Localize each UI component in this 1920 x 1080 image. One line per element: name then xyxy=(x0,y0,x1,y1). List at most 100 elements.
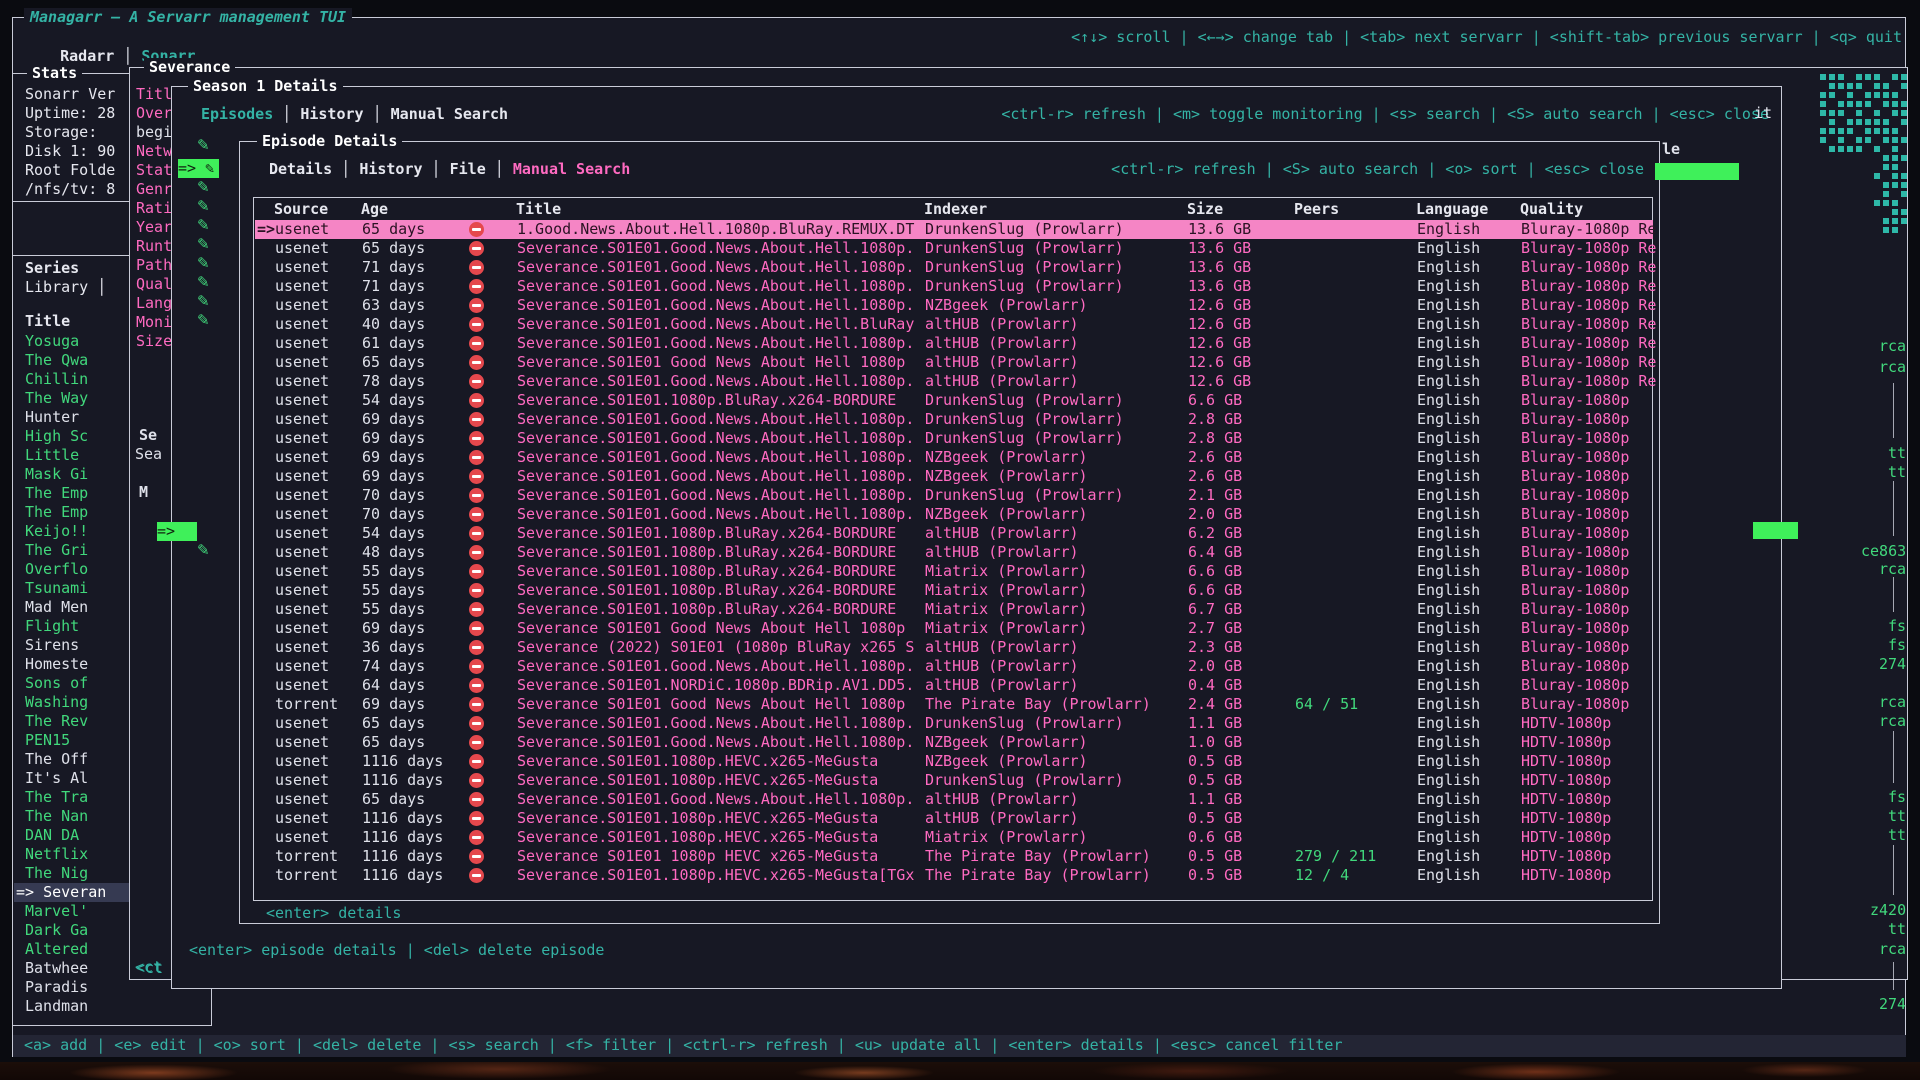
series-item-severan[interactable]: => Severan xyxy=(14,883,129,902)
episode-monitor-icon[interactable]: ✎ xyxy=(197,292,210,311)
series-item-pen15[interactable]: PEN15 xyxy=(14,731,129,750)
series-item-the-nan[interactable]: The Nan xyxy=(14,807,129,826)
series-item-paradis[interactable]: Paradis xyxy=(14,978,129,997)
search-result-row[interactable]: usenet1116 daysSeverance.S01E01.1080p.HE… xyxy=(255,809,1653,828)
series-item-the-nig[interactable]: The Nig xyxy=(14,864,129,883)
tab-manual-search[interactable]: Manual Search xyxy=(391,105,508,123)
series-item-the-way[interactable]: The Way xyxy=(14,389,129,408)
search-result-row[interactable]: usenet70 daysSeverance.S01E01.Good.News.… xyxy=(255,486,1653,505)
search-result-row[interactable]: usenet71 daysSeverance.S01E01.Good.News.… xyxy=(255,258,1653,277)
search-result-row[interactable]: usenet63 daysSeverance.S01E01.Good.News.… xyxy=(255,296,1653,315)
series-item-batwhee[interactable]: Batwhee xyxy=(14,959,129,978)
search-result-row[interactable]: usenet74 daysSeverance.S01E01.Good.News.… xyxy=(255,657,1653,676)
series-item-overflo[interactable]: Overflo xyxy=(14,560,129,579)
search-result-row[interactable]: usenet78 daysSeverance.S01E01.Good.News.… xyxy=(255,372,1653,391)
tab-radarr[interactable]: Radarr xyxy=(60,47,114,65)
episode-monitor-icon[interactable]: ✎ xyxy=(197,216,210,235)
series-item-keijo-[interactable]: Keijo!! xyxy=(14,522,129,541)
series-item-the-emp[interactable]: The Emp xyxy=(14,503,129,522)
search-result-row[interactable]: usenet69 daysSeverance.S01E01.Good.News.… xyxy=(255,448,1653,467)
series-column-header-title[interactable]: Title xyxy=(25,312,70,331)
episode-monitor-icon[interactable]: ✎ xyxy=(197,235,210,254)
series-item-marvel-[interactable]: Marvel' xyxy=(14,902,129,921)
tab-episodes[interactable]: Episodes xyxy=(201,105,273,123)
series-tab-library[interactable]: Library │ xyxy=(25,278,106,297)
series-item-flight[interactable]: Flight xyxy=(14,617,129,636)
column-header-size[interactable]: Size xyxy=(1187,200,1223,219)
search-result-row[interactable]: usenet40 daysSeverance.S01E01.Good.News.… xyxy=(255,315,1653,334)
column-header-peers[interactable]: Peers xyxy=(1294,200,1339,219)
series-item-mad-men[interactable]: Mad Men xyxy=(14,598,129,617)
search-result-row[interactable]: usenet65 daysSeverance.S01E01.Good.News.… xyxy=(255,714,1653,733)
series-item-sons-of[interactable]: Sons of xyxy=(14,674,129,693)
episode-monitor-icon[interactable]: ✎ xyxy=(197,254,210,273)
search-result-row[interactable]: usenet55 daysSeverance.S01E01.1080p.BluR… xyxy=(255,581,1653,600)
search-result-row[interactable]: usenet69 daysSeverance.S01E01.Good.News.… xyxy=(255,467,1653,486)
series-item-hunter[interactable]: Hunter xyxy=(14,408,129,427)
episode-monitor-icon[interactable]: ✎ xyxy=(197,136,210,155)
series-item-it-s-al[interactable]: It's Al xyxy=(14,769,129,788)
tab-history[interactable]: History xyxy=(300,105,363,123)
episode-monitor-icon[interactable]: ✎ xyxy=(197,541,210,560)
tab-file[interactable]: File xyxy=(450,160,486,178)
tab-history[interactable]: History xyxy=(359,160,422,178)
episode-monitor-icon[interactable]: ✎ xyxy=(197,311,210,330)
column-header-language[interactable]: Language xyxy=(1416,200,1488,219)
search-result-row[interactable]: usenet55 daysSeverance.S01E01.1080p.BluR… xyxy=(255,600,1653,619)
series-item-homeste[interactable]: Homeste xyxy=(14,655,129,674)
search-result-row[interactable]: usenet65 daysSeverance.S01E01.Good.News.… xyxy=(255,790,1653,809)
series-item-sirens[interactable]: Sirens xyxy=(14,636,129,655)
search-result-row[interactable]: usenet69 daysSeverance.S01E01.Good.News.… xyxy=(255,410,1653,429)
search-result-row[interactable]: usenet65 daysSeverance.S01E01 Good News … xyxy=(255,353,1653,372)
search-result-row[interactable]: usenet71 daysSeverance.S01E01.Good.News.… xyxy=(255,277,1653,296)
series-item-little[interactable]: Little xyxy=(14,446,129,465)
series-item-dark-ga[interactable]: Dark Ga xyxy=(14,921,129,940)
search-result-row[interactable]: usenet55 daysSeverance.S01E01.1080p.BluR… xyxy=(255,562,1653,581)
series-item-yosuga[interactable]: Yosuga xyxy=(14,332,129,351)
search-result-row[interactable]: usenet54 daysSeverance.S01E01.1080p.BluR… xyxy=(255,524,1653,543)
series-item-the-qwa[interactable]: The Qwa xyxy=(14,351,129,370)
search-result-row[interactable]: torrent1116 daysSeverance.S01E01.1080p.H… xyxy=(255,866,1653,885)
search-result-row[interactable]: usenet69 daysSeverance.S01E01.Good.News.… xyxy=(255,429,1653,448)
column-header-indexer[interactable]: Indexer xyxy=(924,200,987,219)
episode-monitor-icon[interactable]: ✎ xyxy=(197,178,210,197)
search-result-row[interactable]: usenet70 daysSeverance.S01E01.Good.News.… xyxy=(255,505,1653,524)
search-result-row[interactable]: usenet65 daysSeverance.S01E01.Good.News.… xyxy=(255,239,1653,258)
series-item-dan-da[interactable]: DAN DA xyxy=(14,826,129,845)
column-header-title[interactable]: Title xyxy=(516,200,561,219)
search-result-row[interactable]: usenet1116 daysSeverance.S01E01.1080p.HE… xyxy=(255,828,1653,847)
column-header-age[interactable]: Age xyxy=(361,200,388,219)
series-item-the-tra[interactable]: The Tra xyxy=(14,788,129,807)
search-result-row[interactable]: =>usenet65 days1.Good.News.About.Hell.10… xyxy=(255,220,1653,239)
search-result-row[interactable]: torrent1116 daysSeverance S01E01 1080p H… xyxy=(255,847,1653,866)
search-result-row[interactable]: usenet64 daysSeverance.S01E01.NORDiC.108… xyxy=(255,676,1653,695)
column-header-quality[interactable]: Quality xyxy=(1520,200,1583,219)
search-result-row[interactable]: usenet1116 daysSeverance.S01E01.1080p.HE… xyxy=(255,771,1653,790)
search-result-row[interactable]: usenet36 daysSeverance (2022) S01E01 (10… xyxy=(255,638,1653,657)
series-item-tsunami[interactable]: Tsunami xyxy=(14,579,129,598)
series-item-netflix[interactable]: Netflix xyxy=(14,845,129,864)
search-result-row[interactable]: usenet54 daysSeverance.S01E01.1080p.BluR… xyxy=(255,391,1653,410)
series-item-washing[interactable]: Washing xyxy=(14,693,129,712)
search-result-row[interactable]: usenet65 daysSeverance.S01E01.Good.News.… xyxy=(255,733,1653,752)
series-item-landman[interactable]: Landman xyxy=(14,997,129,1016)
series-item-chillin[interactable]: Chillin xyxy=(14,370,129,389)
search-result-row[interactable]: usenet69 daysSeverance S01E01 Good News … xyxy=(255,619,1653,638)
series-item-altered[interactable]: Altered xyxy=(14,940,129,959)
series-item-the-rev[interactable]: The Rev xyxy=(14,712,129,731)
column-header-source[interactable]: Source xyxy=(274,200,328,219)
series-item-the-off[interactable]: The Off xyxy=(14,750,129,769)
episode-monitor-icon[interactable]: ✎ xyxy=(197,273,210,292)
selected-episode-monitor[interactable]: => ✎ xyxy=(178,159,219,178)
series-item-high-sc[interactable]: High Sc xyxy=(14,427,129,446)
search-result-row[interactable]: usenet61 daysSeverance.S01E01.Good.News.… xyxy=(255,334,1653,353)
episode-monitor-icon[interactable]: ✎ xyxy=(197,197,210,216)
search-result-row[interactable]: usenet48 daysSeverance.S01E01.1080p.BluR… xyxy=(255,543,1653,562)
tab-details[interactable]: Details xyxy=(269,160,332,178)
tab-manual-search[interactable]: Manual Search xyxy=(513,160,630,178)
search-result-row[interactable]: usenet1116 daysSeverance.S01E01.1080p.HE… xyxy=(255,752,1653,771)
series-item-mask-gi[interactable]: Mask Gi xyxy=(14,465,129,484)
series-item-the-emp[interactable]: The Emp xyxy=(14,484,129,503)
series-item-the-gri[interactable]: The Gri xyxy=(14,541,129,560)
search-result-row[interactable]: torrent69 daysSeverance S01E01 Good News… xyxy=(255,695,1653,714)
